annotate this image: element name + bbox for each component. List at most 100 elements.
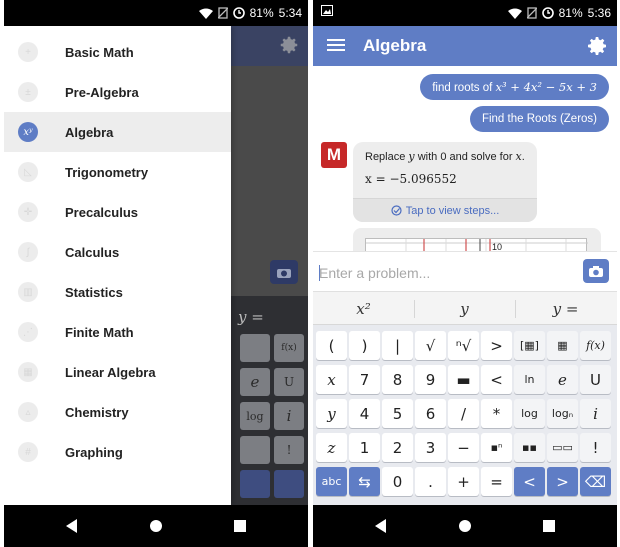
page-title: Algebra [363, 36, 427, 55]
key-abs[interactable]: | [382, 331, 413, 360]
camera-icon [270, 260, 298, 284]
key-fraction[interactable]: ▬ [448, 365, 479, 394]
hamburger-menu-icon[interactable] [327, 38, 345, 52]
key-e[interactable]: e [547, 365, 578, 394]
key-mixed[interactable]: ▭▭ [547, 433, 578, 462]
back-button[interactable] [42, 505, 102, 547]
recents-button[interactable] [519, 505, 579, 547]
system-nav-bar [313, 505, 617, 547]
key-8[interactable]: 8 [382, 365, 413, 394]
status-bar: 81% 5:34 [4, 0, 308, 26]
key-0[interactable]: 0 [382, 467, 413, 496]
key-backspace[interactable]: ⌫ [580, 467, 611, 496]
drawer-item-finite-math[interactable]: ⋰ Finite Math [4, 312, 231, 352]
drawer-item-label: Pre-Algebra [65, 84, 139, 100]
key-1[interactable]: 1 [349, 433, 380, 462]
view-steps-button[interactable]: Tap to view steps... [353, 198, 537, 222]
grid-icon: # [18, 442, 38, 462]
key-cursor-left[interactable]: < [514, 467, 545, 496]
key-sqrt[interactable]: √ [415, 331, 446, 360]
key-close-paren[interactable]: ) [349, 331, 380, 360]
key-9[interactable]: 9 [415, 365, 446, 394]
bar-chart-icon: ▥ [18, 282, 38, 302]
key-5[interactable]: 5 [382, 399, 413, 428]
key-greater[interactable]: > [481, 331, 512, 360]
key-cursor-right[interactable]: > [547, 467, 578, 496]
key-3[interactable]: 3 [415, 433, 446, 462]
key-subscript[interactable]: ▪▪ [514, 433, 545, 462]
text-cursor [319, 265, 320, 281]
home-button[interactable] [435, 505, 495, 547]
status-bar: 81% 5:36 [313, 0, 617, 26]
no-sim-icon [217, 7, 228, 19]
key-less[interactable]: < [481, 365, 512, 394]
home-circle-icon [459, 520, 471, 532]
suggestion-y[interactable]: y [414, 292, 515, 325]
key-equals[interactable]: = [481, 467, 512, 496]
key-function[interactable]: f(x) [580, 331, 611, 360]
drawer-item-calculus[interactable]: ∫ Calculus [4, 232, 231, 272]
key-log-base[interactable]: logₙ [547, 399, 578, 428]
key-ln[interactable]: ln [514, 365, 545, 394]
gear-icon[interactable] [585, 34, 609, 58]
dim-key-log: log [240, 402, 270, 430]
key-power[interactable]: ▪ⁿ [481, 433, 512, 462]
graph-plot: 10 [365, 238, 588, 251]
graph-card[interactable]: 10 [353, 228, 601, 251]
key-2[interactable]: 2 [382, 433, 413, 462]
drawer-item-chemistry[interactable]: ▵ Chemistry [4, 392, 231, 432]
drawer-item-algebra[interactable]: xʸ Algebra [4, 112, 231, 152]
problem-input[interactable] [319, 260, 569, 286]
graph-axis-label: 10 [492, 242, 503, 251]
camera-icon [589, 265, 603, 277]
key-7[interactable]: 7 [349, 365, 380, 394]
key-i[interactable]: i [580, 399, 611, 428]
drawer-item-trigonometry[interactable]: ◺ Trigonometry [4, 152, 231, 192]
key-swap[interactable]: ⇆ [349, 467, 380, 496]
home-circle-icon [150, 520, 162, 532]
no-sim-icon [526, 7, 537, 19]
key-z[interactable]: z [316, 433, 347, 462]
instruction-var: y [408, 150, 415, 163]
key-plus[interactable]: + [448, 467, 479, 496]
drawer-item-precalculus[interactable]: ✛ Precalculus [4, 192, 231, 232]
key-decimal[interactable]: . [415, 467, 446, 496]
key-divide[interactable]: / [448, 399, 479, 428]
dim-key-i: i [274, 402, 304, 430]
drawer-item-label: Chemistry [65, 404, 129, 420]
drawer-item-graphing[interactable]: # Graphing [4, 432, 231, 472]
key-factorial[interactable]: ! [580, 433, 611, 462]
clock: 5:36 [587, 6, 611, 20]
key-x[interactable]: x [316, 365, 347, 394]
camera-button[interactable] [583, 259, 609, 283]
key-open-paren[interactable]: ( [316, 331, 347, 360]
back-button[interactable] [351, 505, 411, 547]
problem-input-row [313, 251, 617, 291]
key-6[interactable]: 6 [415, 399, 446, 428]
suggestion-x-squared[interactable]: x² [313, 292, 414, 325]
suggestion-y-equals[interactable]: y = [515, 292, 616, 325]
key-log[interactable]: log [514, 399, 545, 428]
matrix-icon: ▦ [18, 362, 38, 382]
wifi-icon [198, 8, 213, 19]
drawer-item-basic-math[interactable]: + Basic Math [4, 32, 231, 72]
key-union[interactable]: U [580, 365, 611, 394]
drawer-item-label: Basic Math [65, 44, 134, 60]
key-4[interactable]: 4 [349, 399, 380, 428]
key-nth-root[interactable]: ⁿ√ [448, 331, 479, 360]
home-button[interactable] [126, 505, 186, 547]
drawer-item-pre-algebra[interactable]: ± Pre-Algebra [4, 72, 231, 112]
key-minus[interactable]: − [448, 433, 479, 462]
drawer-item-statistics[interactable]: ▥ Statistics [4, 272, 231, 312]
dim-key [274, 470, 304, 498]
drawer-item-linear-algebra[interactable]: ▦ Linear Algebra [4, 352, 231, 392]
key-multiply[interactable]: * [481, 399, 512, 428]
drawer-item-label: Trigonometry [65, 164, 149, 180]
recents-button[interactable] [210, 505, 270, 547]
key-abc[interactable]: abc [316, 467, 347, 496]
key-y[interactable]: y [316, 399, 347, 428]
key-matrix[interactable]: [▦] [514, 331, 545, 360]
key-matrix-alt[interactable]: ▦ [547, 331, 578, 360]
suggestion-bar: x² y y = [313, 291, 617, 325]
data-saver-icon [541, 7, 554, 19]
